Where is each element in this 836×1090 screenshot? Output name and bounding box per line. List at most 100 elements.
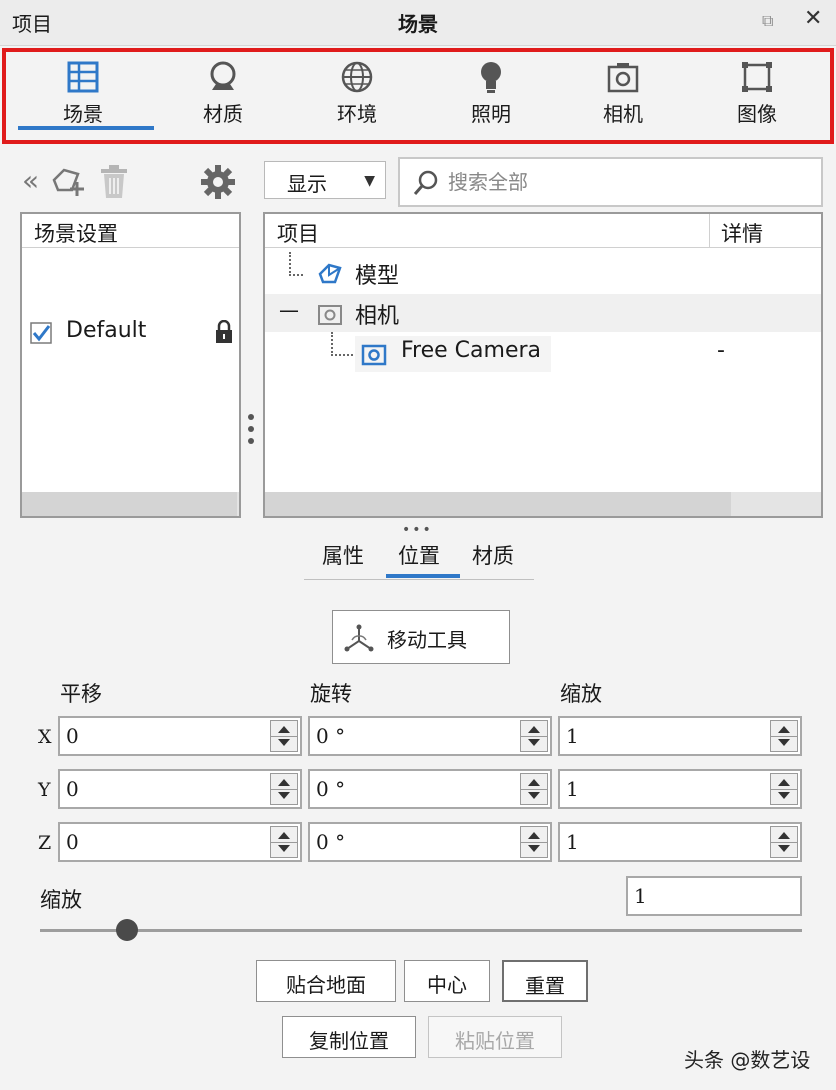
uniform-scale-label: 缩放: [40, 888, 82, 912]
scale-y-stepper[interactable]: [770, 773, 798, 805]
rotate-label: 旋转: [310, 682, 352, 706]
display-filter-select[interactable]: 显示 ▼: [264, 161, 386, 199]
rotate-y-stepper[interactable]: [520, 773, 548, 805]
center-button[interactable]: 中心: [404, 960, 490, 1002]
scale-z-field[interactable]: 1: [558, 822, 802, 862]
tree-row-model[interactable]: 模型: [355, 258, 399, 290]
active-tab-indicator: [18, 126, 154, 130]
rotate-z-field[interactable]: 0 °: [308, 822, 552, 862]
panel-title: 场景: [398, 12, 438, 36]
tree-hscroll[interactable]: [265, 492, 821, 516]
subtab-properties[interactable]: 属性: [322, 540, 364, 570]
scale-z-value: 1: [566, 830, 579, 854]
tree-expander[interactable]: —: [279, 298, 299, 322]
scale-x-stepper[interactable]: [770, 720, 798, 752]
search-input[interactable]: [448, 167, 808, 197]
camera-icon: [361, 344, 387, 366]
tree-row-highlight: [265, 294, 821, 332]
checkbox-checked-icon[interactable]: [30, 322, 52, 344]
subtab-position[interactable]: 位置: [398, 540, 440, 570]
translate-label: 平移: [60, 682, 102, 706]
title-bar: 项目 场景 ⧉ ✕: [0, 0, 836, 46]
search-box[interactable]: [398, 157, 823, 207]
globe-icon: [341, 61, 373, 93]
tab-label: 场景: [63, 102, 103, 126]
snap-to-ground-button[interactable]: 贴合地面: [256, 960, 396, 1002]
tree-header-detail: 详情: [721, 222, 763, 246]
splitter-handle[interactable]: [248, 414, 256, 450]
tree-connector: [289, 252, 303, 276]
tab-label: 材质: [203, 102, 243, 126]
move-tool-button[interactable]: 移动工具: [332, 610, 510, 664]
lock-icon[interactable]: [214, 320, 234, 344]
translate-z-field[interactable]: 0: [58, 822, 302, 862]
display-filter-value: 显示: [287, 172, 327, 196]
trash-icon[interactable]: [96, 164, 132, 200]
uniform-scale-value: 1: [634, 884, 647, 908]
chevron-down-icon: ▼: [364, 173, 375, 189]
scene-item-label[interactable]: Default: [66, 318, 146, 343]
axis-z-label: Z: [38, 832, 52, 854]
scene-grid-icon: [67, 61, 99, 93]
move-tool-label: 移动工具: [387, 628, 467, 652]
tree-connector: [331, 332, 353, 356]
tab-lighting[interactable]: 照明: [436, 60, 546, 136]
search-icon: [413, 170, 438, 195]
scale-y-value: 1: [566, 777, 579, 801]
copy-position-button[interactable]: 复制位置: [282, 1016, 416, 1058]
restore-icon[interactable]: ⧉: [762, 11, 773, 31]
rotate-y-value: 0 °: [316, 777, 346, 801]
camera-group-icon: [318, 305, 342, 325]
add-object-icon[interactable]: [50, 164, 86, 198]
rotate-x-value: 0 °: [316, 724, 346, 748]
translate-z-stepper[interactable]: [270, 826, 298, 858]
scale-x-value: 1: [566, 724, 579, 748]
subtab-active-indicator: [386, 574, 460, 578]
rotate-z-value: 0 °: [316, 830, 346, 854]
scale-y-field[interactable]: 1: [558, 769, 802, 809]
scene-tree-panel: 项目 详情 模型 — 相机 Free Camera -: [263, 212, 823, 518]
translate-x-field[interactable]: 0: [58, 716, 302, 756]
tree-header-item: 项目: [277, 222, 319, 246]
rotate-x-stepper[interactable]: [520, 720, 548, 752]
translate-x-stepper[interactable]: [270, 720, 298, 752]
bulb-icon: [481, 62, 501, 93]
scene-settings-panel: 场景设置 Default: [20, 212, 241, 518]
scene-settings-header: 场景设置: [22, 214, 239, 248]
close-icon[interactable]: ✕: [804, 6, 822, 31]
tab-material[interactable]: 材质: [168, 60, 278, 136]
tab-scene[interactable]: 场景: [28, 60, 138, 136]
axis-x-label: X: [38, 726, 52, 748]
tree-row-camera-group[interactable]: 相机: [355, 298, 399, 330]
collapse-icon[interactable]: «: [22, 164, 39, 197]
rotate-z-stepper[interactable]: [520, 826, 548, 858]
tab-label: 相机: [603, 102, 643, 126]
gear-icon[interactable]: [200, 164, 236, 200]
camera-icon: [607, 63, 639, 93]
tab-label: 照明: [471, 102, 511, 126]
translate-y-field[interactable]: 0: [58, 769, 302, 809]
sub-tab-bar: 属性 位置 材质: [304, 536, 534, 580]
tab-camera[interactable]: 相机: [568, 60, 678, 136]
tree-row-free-camera[interactable]: Free Camera: [401, 338, 541, 363]
scale-x-field[interactable]: 1: [558, 716, 802, 756]
tab-image[interactable]: 图像: [702, 60, 812, 136]
reset-button[interactable]: 重置: [502, 960, 588, 1002]
uniform-scale-slider-handle[interactable]: [116, 919, 138, 941]
translate-y-stepper[interactable]: [270, 773, 298, 805]
tab-environment[interactable]: 环境: [302, 60, 412, 136]
translate-x-value: 0: [66, 724, 79, 748]
image-frame-icon: [742, 62, 772, 92]
uniform-scale-slider[interactable]: [40, 929, 802, 932]
rotate-x-field[interactable]: 0 °: [308, 716, 552, 756]
axis-y-label: Y: [38, 779, 51, 801]
scale-z-stepper[interactable]: [770, 826, 798, 858]
paste-position-button[interactable]: 粘贴位置: [428, 1016, 562, 1058]
subtab-material[interactable]: 材质: [472, 540, 514, 570]
translate-y-value: 0: [66, 777, 79, 801]
rotate-y-field[interactable]: 0 °: [308, 769, 552, 809]
tab-label: 环境: [337, 102, 377, 126]
uniform-scale-field[interactable]: 1: [626, 876, 802, 916]
watermark: 头条 @数艺设: [684, 1048, 811, 1072]
scene-settings-hscroll[interactable]: [22, 492, 239, 516]
